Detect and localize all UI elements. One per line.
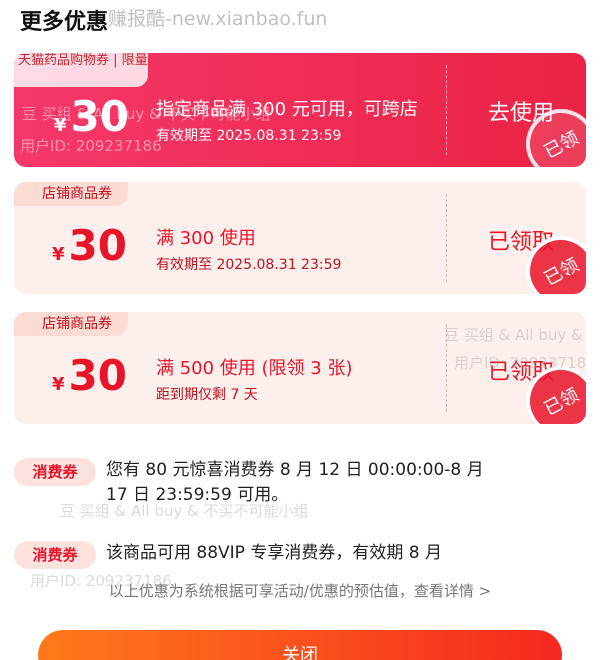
watermark-brand: 豆 买组 & All buy & 不买不可能小组	[444, 326, 586, 344]
top-watermark: 赚报酷-new.xianbao.fun	[108, 8, 328, 30]
coupon-divider	[446, 65, 447, 155]
page-title: 更多优惠	[20, 10, 109, 35]
amount-value: 30	[68, 221, 127, 270]
coupon-amount: ¥ 30	[54, 95, 129, 139]
more-offers-sheet: 更多优惠 赚报酷-new.xianbao.fun 天猫药品购物券 | 限量 ¥ …	[0, 0, 600, 660]
coupon-amount: ¥ 30	[52, 354, 127, 398]
voucher-description: 该商品可用 88VIP 专享消费券，有效期 8 月	[106, 543, 442, 563]
currency-symbol: ¥	[54, 115, 67, 136]
voucher-description: 您有 80 元惊喜消费券 8 月 12 日 00:00:00-8 月 17 日 …	[106, 460, 484, 505]
amount-value: 30	[68, 351, 127, 400]
coupon-validity: 距到期仅剩 7 天	[156, 387, 258, 403]
currency-symbol: ¥	[52, 244, 65, 265]
coupon-card-store-300: 店铺商品券 ¥ 30 满 300 使用 有效期至 2025.08.31 23:5…	[14, 182, 586, 294]
coupon-card-store-500: 店铺商品券 ¥ 30 满 500 使用 (限领 3 张) 距到期仅剩 7 天 已…	[14, 312, 586, 424]
amount-value: 30	[70, 92, 129, 141]
coupon-tag: 店铺商品券	[14, 312, 128, 336]
coupon-divider	[446, 324, 447, 412]
coupon-validity: 有效期至 2025.08.31 23:59	[156, 257, 342, 273]
coupon-validity: 有效期至 2025.08.31 23:59	[156, 128, 342, 144]
coupon-card-tmall: 天猫药品购物券 | 限量 ¥ 30 指定商品满 300 元可用，可跨店 有效期至…	[14, 53, 586, 167]
coupon-amount: ¥ 30	[52, 224, 127, 268]
coupon-condition: 满 500 使用 (限领 3 张)	[156, 358, 353, 379]
close-button[interactable]: 关闭	[38, 630, 562, 660]
coupon-tag: 店铺商品券	[14, 182, 128, 206]
offer-disclaimer-link[interactable]: 以上优惠为系统根据可享活动/优惠的预估值，查看详情 >	[0, 580, 600, 601]
coupon-condition: 指定商品满 300 元可用，可跨店	[156, 99, 418, 120]
voucher-badge: 消费券	[14, 541, 96, 569]
coupon-condition: 满 300 使用	[156, 228, 256, 249]
coupon-divider	[446, 194, 447, 282]
voucher-badge: 消费券	[14, 458, 96, 486]
currency-symbol: ¥	[52, 374, 65, 395]
coupon-tag: 天猫药品购物券 | 限量	[14, 53, 148, 87]
